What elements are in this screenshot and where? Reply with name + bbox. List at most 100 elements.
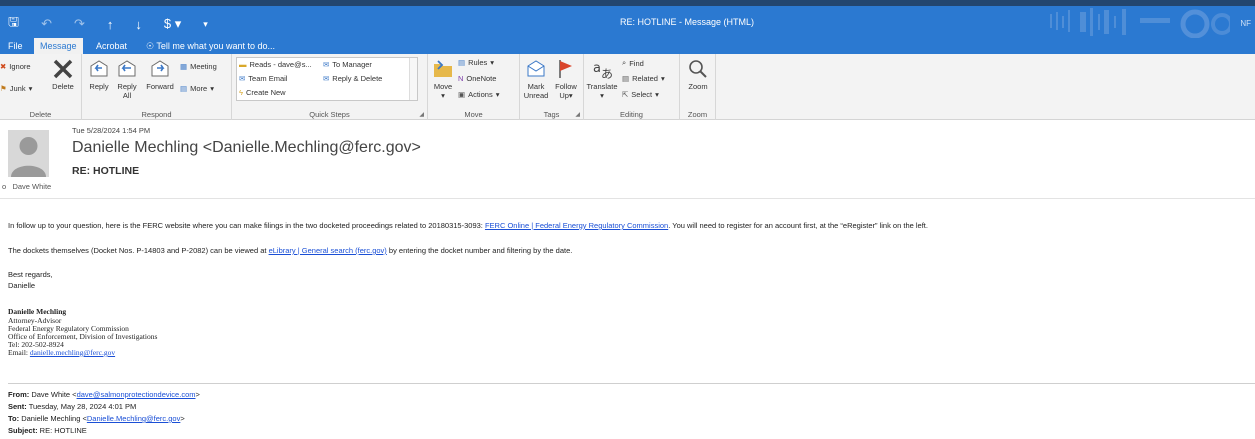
reply-all-icon [118, 60, 136, 77]
junk-icon: ⚑ [0, 84, 7, 93]
related-icon: ▤ [622, 74, 630, 83]
translate-button[interactable]: aあ Translate ▾ [586, 58, 618, 100]
find-button[interactable]: ⌕ Find [622, 58, 644, 68]
tab-acrobat[interactable]: Acrobat [96, 38, 127, 54]
ribbon: ✖ Ignore ⚑ Junk ▾ Delete Delete Reply Rep… [0, 54, 1255, 120]
undo-icon[interactable]: ↶ [41, 16, 52, 32]
reply-icon [90, 60, 108, 77]
actions-button[interactable]: ▣ Actions ▾ [458, 90, 499, 99]
forward-subject: Subject: RE: HOTLINE [8, 426, 87, 435]
follow-up-button[interactable]: Follow Up▾ [552, 58, 580, 100]
select-button[interactable]: ⇱ Select ▾ [622, 90, 659, 99]
signature-name: Danielle Mechling [8, 307, 67, 316]
group-tags: Mark Unread Follow Up▾ ◢ Tags [520, 54, 584, 120]
customize-qat-icon[interactable]: ▾ [203, 19, 208, 30]
group-move: Move ▾ ▤ Rules ▾ N OneNote ▣ Actions ▾ Move [428, 54, 520, 120]
lightning-icon: ϟ [239, 88, 243, 97]
find-icon: ⌕ [622, 58, 627, 67]
sender-name[interactable]: Danielle Mechling <Danielle.Mechling@fer… [72, 139, 421, 157]
quick-step-team-email[interactable]: ✉ Team Email [239, 74, 287, 83]
rules-button[interactable]: ▤ Rules ▾ [458, 58, 494, 67]
select-cursor-icon: ⇱ [622, 90, 629, 99]
onenote-icon: N [458, 74, 464, 83]
group-zoom: Zoom Zoom [680, 54, 716, 120]
corner-text: NF [1240, 19, 1251, 28]
team-mail-icon: ✉ [239, 74, 246, 83]
reply-delete-icon: ✉ [323, 74, 330, 83]
next-item-icon[interactable]: ↓ [135, 17, 142, 32]
move-folder-icon [434, 60, 452, 77]
translate-icon: aあ [593, 61, 613, 80]
forward-icon [151, 60, 169, 77]
meeting-button[interactable]: ▦ Meeting [180, 62, 217, 71]
group-quick-steps: ▬ Reads - dave@s... ✉ To Manager ✉ Team … [232, 54, 428, 120]
money-icon[interactable]: $ ▾ [164, 16, 181, 32]
magnifier-icon [689, 60, 707, 78]
actions-icon: ▣ [458, 90, 466, 99]
more-icon: ▤ [180, 84, 188, 93]
svg-text:あ: あ [601, 67, 613, 80]
recipient-name[interactable]: Dave White [12, 182, 51, 191]
quick-step-to-manager[interactable]: ✉ To Manager [323, 60, 372, 69]
reply-button[interactable]: Reply [86, 58, 112, 91]
forward-sent: Sent: Tuesday, May 28, 2024 4:01 PM [8, 402, 137, 411]
forward-to: To: Danielle Mechling <Danielle.Mechling… [8, 414, 185, 423]
rules-icon: ▤ [458, 58, 466, 67]
junk-button[interactable]: ⚑ Junk ▾ [0, 84, 32, 93]
zoom-button[interactable]: Zoom [684, 58, 712, 91]
signature-email-line: Email: danielle.mechling@ferc.gov [8, 348, 116, 357]
quick-step-reads[interactable]: ▬ Reads - dave@s... [239, 60, 312, 69]
move-button[interactable]: Move ▾ [430, 58, 456, 100]
forward-from: From: Dave White <dave@salmonprotectiond… [8, 390, 200, 399]
signature-email-link[interactable]: danielle.mechling@ferc.gov [30, 348, 115, 357]
save-icon[interactable]: 🖫 [8, 13, 19, 35]
from-email-link[interactable]: dave@salmonprotectiondevice.com [77, 390, 196, 399]
delete-button[interactable]: Delete [48, 58, 78, 91]
folder-icon: ▬ [239, 60, 247, 69]
previous-item-icon[interactable]: ↑ [107, 17, 114, 32]
elibrary-link[interactable]: eLibrary | General search (ferc.gov) [269, 246, 387, 255]
title-bar: 🖫 ↶ ↷ ↑ ↓ $ ▾ ▾ RE: HOTLINE - Message (H… [0, 0, 1255, 38]
unread-envelope-icon [527, 60, 545, 77]
flag-icon [559, 60, 572, 78]
message-subject: RE: HOTLINE [72, 165, 140, 177]
to-email-link[interactable]: Danielle.Mechling@ferc.gov [87, 414, 181, 423]
ribbon-tabs: File Message Acrobat ☉ Tell me what you … [0, 38, 1255, 54]
forward-mail-icon: ✉ [323, 60, 330, 69]
onenote-button[interactable]: N OneNote [458, 74, 496, 83]
ignore-button[interactable]: ✖ Ignore [0, 62, 31, 71]
tab-file[interactable]: File [8, 38, 23, 54]
forward-separator [8, 383, 1255, 384]
quick-steps-gallery: ▬ Reads - dave@s... ✉ To Manager ✉ Team … [236, 57, 418, 101]
more-button[interactable]: ▤ More ▾ [180, 84, 214, 93]
tab-message[interactable]: Message [34, 38, 83, 54]
tell-me-box[interactable]: ☉ Tell me what you want to do... [146, 38, 275, 54]
related-button[interactable]: ▤ Related ▾ [622, 74, 665, 83]
lightbulb-icon: ☉ [146, 41, 155, 51]
calendar-icon: ▦ [180, 62, 188, 71]
quick-step-create-new[interactable]: ϟ Create New [239, 88, 286, 97]
redo-icon[interactable]: ↷ [74, 16, 85, 32]
sent-timestamp: Tue 5/28/2024 1:54 PM [72, 126, 151, 135]
body-paragraph-2: The dockets themselves (Docket Nos. P-14… [8, 246, 573, 255]
body-paragraph-1: In follow up to your question, here is t… [8, 221, 928, 230]
delete-x-icon [53, 59, 73, 79]
quick-step-reply-delete[interactable]: ✉ Reply & Delete [323, 74, 382, 83]
group-editing: aあ Translate ▾ ⌕ Find ▤ Related ▾ ⇱ Select… [584, 54, 680, 120]
quick-steps-scrollbar[interactable] [409, 58, 417, 100]
quick-access-toolbar: 🖫 ↶ ↷ ↑ ↓ $ ▾ ▾ [8, 14, 208, 34]
forward-button[interactable]: Forward [144, 58, 176, 91]
recipient-prefix: o [2, 182, 7, 191]
group-delete: ✖ Ignore ⚑ Junk ▾ Delete Delete [0, 54, 82, 120]
person-icon [11, 137, 46, 177]
sender-avatar [8, 130, 49, 177]
tell-me-text: Tell me what you want to do... [156, 41, 275, 51]
ferc-online-link[interactable]: FERC Online | Federal Energy Regulatory … [485, 221, 668, 230]
reply-all-button[interactable]: Reply All [114, 58, 140, 100]
closing-name: Danielle [8, 281, 36, 290]
ignore-icon: ✖ [0, 62, 7, 71]
closing-regards: Best regards, [8, 270, 53, 279]
recipient-line: o Dave White [2, 182, 51, 191]
mark-unread-button[interactable]: Mark Unread [522, 58, 550, 100]
decorative-pattern-icon [1050, 8, 1230, 38]
